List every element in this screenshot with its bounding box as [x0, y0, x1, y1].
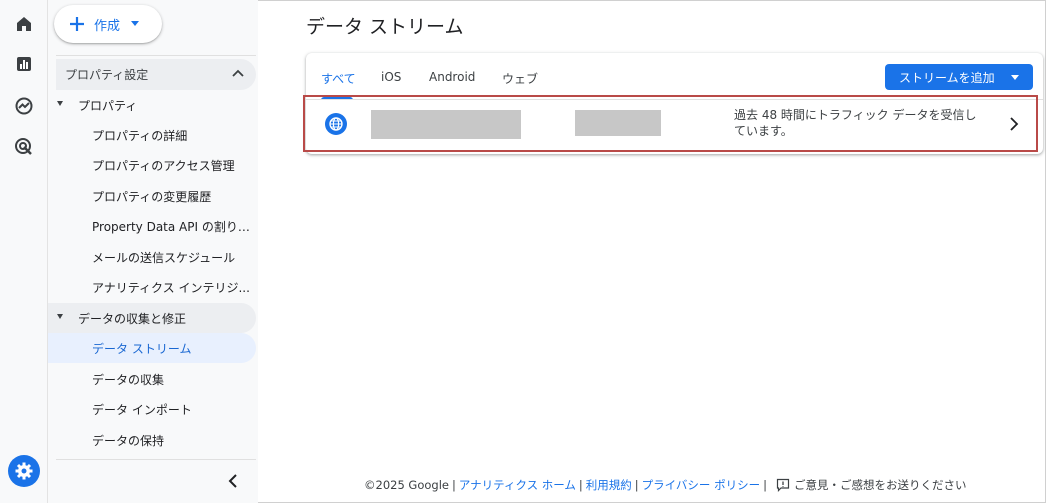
sidebar-item-data-import[interactable]: データ インポート — [48, 394, 256, 424]
sidebar-item-label: メールの送信スケジュール — [92, 250, 236, 265]
sidebar-item-data-api-quota[interactable]: Property Data API の割り当... — [48, 211, 256, 241]
link-analytics-home[interactable]: アナリティクス ホーム — [459, 477, 576, 493]
sidebar-item-label: Property Data API の割り当... — [92, 219, 254, 234]
sidebar-item-analytics-intelligence[interactable]: アナリティクス インテリジ... — [48, 272, 256, 302]
settings-sidebar: 作成 プロパティ設定 プロパティ プロパティの詳細 プロパティのアクセス管理 プ… — [48, 0, 258, 503]
stream-status-text: 過去 48 時間にトラフィック データを受信しています。 — [734, 108, 977, 138]
footer-separator: | — [763, 478, 767, 492]
sidebar-divider — [56, 55, 256, 56]
sidebar-item-property-details[interactable]: プロパティの詳細 — [48, 120, 256, 150]
sidebar-item-property-access[interactable]: プロパティのアクセス管理 — [48, 150, 256, 180]
feedback-icon[interactable] — [776, 478, 790, 492]
sidebar-divider — [56, 459, 256, 460]
nav-group-label: データの収集と修正 — [78, 311, 187, 326]
sidebar-item-label: データの保持 — [92, 433, 165, 448]
sidebar-item-label: データ インポート — [92, 402, 192, 417]
add-stream-label: ストリームを追加 — [899, 70, 995, 85]
globe-icon — [325, 113, 347, 135]
sidebar-item-data-streams[interactable]: データ ストリーム — [48, 333, 256, 363]
sidebar-item-label: データの収集 — [92, 372, 165, 387]
sidebar-item-label: プロパティの詳細 — [92, 128, 188, 143]
add-stream-button[interactable]: ストリームを追加 — [885, 64, 1033, 90]
sidebar-item-change-history[interactable]: プロパティの変更履歴 — [48, 181, 256, 211]
redacted-stream-name — [371, 110, 521, 139]
property-settings-header[interactable]: プロパティ設定 — [56, 59, 256, 90]
tab-ios[interactable]: iOS — [381, 70, 401, 84]
feedback-link[interactable]: ご意見・ご感想をお送りください — [794, 477, 967, 493]
sidebar-item-data-retention[interactable]: データの保持 — [48, 425, 256, 455]
footer-separator: | — [634, 478, 639, 492]
chevron-right-icon[interactable] — [1006, 116, 1022, 132]
admin-gear-icon[interactable] — [8, 455, 40, 487]
link-terms[interactable]: 利用規約 — [586, 477, 632, 493]
expand-arrow-icon — [57, 314, 63, 319]
create-button[interactable]: 作成 — [54, 5, 162, 43]
redacted-stream-id — [575, 110, 661, 136]
caret-down-icon — [131, 21, 140, 26]
tab-all[interactable]: すべて — [321, 70, 356, 87]
footer-separator: | — [578, 478, 583, 492]
sidebar-item-label: プロパティのアクセス管理 — [92, 158, 235, 173]
advertising-icon[interactable] — [11, 134, 37, 160]
home-icon[interactable] — [11, 11, 37, 37]
sidebar-item-email-schedule[interactable]: メールの送信スケジュール — [48, 242, 256, 272]
tab-web[interactable]: ウェブ — [502, 70, 538, 87]
nav-group-property[interactable]: プロパティ — [48, 90, 256, 120]
section-title: プロパティ設定 — [65, 68, 149, 82]
page-title: データ ストリーム — [306, 16, 464, 38]
explore-icon[interactable] — [11, 93, 37, 119]
reports-icon[interactable] — [11, 51, 37, 77]
copyright: ©2025 Google — [364, 478, 449, 492]
sidebar-item-label: データ ストリーム — [92, 341, 192, 356]
link-privacy-policy[interactable]: プライバシー ポリシー — [642, 477, 760, 493]
expand-arrow-icon — [57, 101, 63, 106]
caret-down-icon — [1011, 75, 1019, 80]
nav-group-label: プロパティ — [78, 98, 138, 113]
sidebar-item-label: プロパティの変更履歴 — [92, 189, 212, 204]
footer-separator: | — [451, 478, 456, 492]
sidebar-item-label: アナリティクス インテリジ... — [92, 280, 250, 295]
left-rail — [0, 0, 48, 503]
tab-android[interactable]: Android — [429, 70, 475, 84]
sidebar-item-data-collection[interactable]: データの収集 — [48, 364, 256, 394]
chevron-up-icon — [232, 69, 244, 77]
footer: ©2025 Google | アナリティクス ホーム | 利用規約 | プライバ… — [364, 477, 966, 493]
collapse-sidebar-chevron-icon[interactable] — [224, 471, 244, 491]
plus-icon — [70, 17, 84, 31]
nav-group-data-collection[interactable]: データの収集と修正 — [48, 303, 256, 333]
create-button-label: 作成 — [94, 18, 121, 34]
